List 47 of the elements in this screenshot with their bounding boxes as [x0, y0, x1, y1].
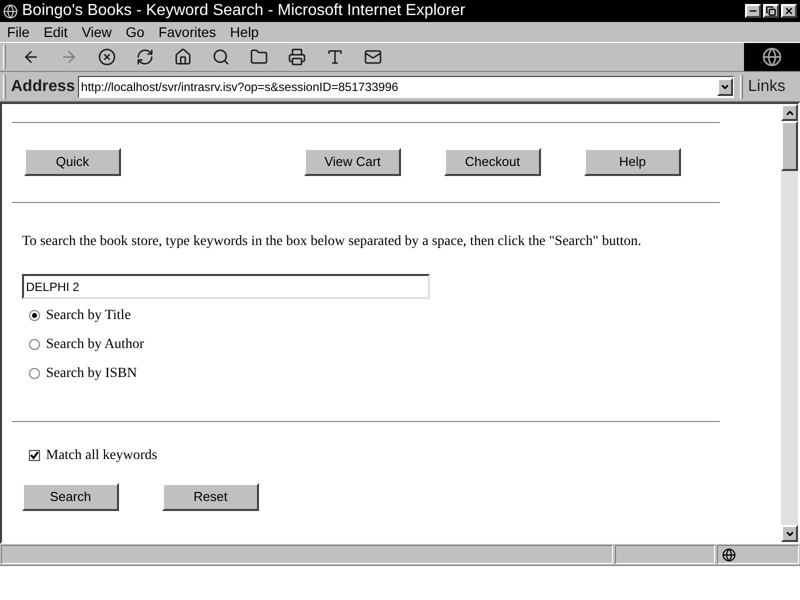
radio-button[interactable]: [29, 368, 40, 379]
address-label: Address: [11, 76, 76, 96]
scroll-thumb[interactable]: [781, 121, 798, 171]
form-button[interactable]: Search: [22, 483, 119, 511]
scroll-down-button[interactable]: [781, 525, 798, 542]
nav-button[interactable]: Checkout: [444, 148, 541, 176]
nav-button[interactable]: View Cart: [304, 148, 401, 176]
checkbox-label: Match all keywords: [46, 447, 158, 465]
zone-icon: [722, 548, 736, 562]
menu-item[interactable]: View: [82, 22, 112, 42]
search-icon[interactable]: [212, 48, 230, 66]
refresh-icon[interactable]: [136, 48, 154, 66]
window-title: Boingo's Books - Keyword Search - Microsoft Internet Explorer: [22, 3, 466, 19]
scroll-up-button[interactable]: [781, 104, 798, 121]
stop-icon[interactable]: [98, 48, 116, 66]
nav-button[interactable]: Quick: [24, 148, 121, 176]
radio-label: Search by Title: [46, 307, 131, 325]
folder-icon[interactable]: [250, 48, 268, 66]
menu-item[interactable]: Edit: [44, 22, 68, 42]
scrollbar[interactable]: [781, 104, 798, 542]
minimize-button[interactable]: [745, 4, 761, 18]
menu-item[interactable]: Help: [230, 22, 259, 42]
form-button[interactable]: Reset: [162, 483, 259, 511]
menu-item[interactable]: Favorites: [158, 22, 216, 42]
mail-icon[interactable]: [364, 48, 382, 66]
home-icon[interactable]: [174, 48, 192, 66]
close-button[interactable]: [781, 4, 797, 18]
restore-icon: [766, 6, 776, 16]
radio-button[interactable]: [29, 339, 40, 350]
instructions: To search the book store, type keywords in the box below separated by a space, then click the "Search" button.: [22, 233, 642, 251]
restore-button[interactable]: [763, 4, 779, 18]
address-field[interactable]: http://localhost/svr/intrasrv.isv?op=s&sessionID=851733996: [78, 76, 734, 98]
links-button[interactable]: Links: [748, 74, 786, 98]
radio-button[interactable]: [29, 310, 40, 321]
close-icon: [784, 6, 794, 16]
menu-item[interactable]: File: [7, 22, 30, 42]
printer-icon[interactable]: [288, 48, 306, 66]
radio-label: Search by ISBN: [46, 365, 137, 383]
globe-icon: [762, 47, 782, 67]
menu-item[interactable]: Go: [126, 22, 144, 42]
search-field[interactable]: DELPHI 2: [22, 274, 430, 299]
back-icon[interactable]: [22, 48, 40, 66]
checkbox[interactable]: [29, 450, 40, 461]
font-icon[interactable]: [326, 48, 344, 66]
dropdown-button[interactable]: [717, 78, 734, 96]
nav-button[interactable]: Help: [584, 148, 681, 176]
radio-label: Search by Author: [46, 336, 144, 354]
